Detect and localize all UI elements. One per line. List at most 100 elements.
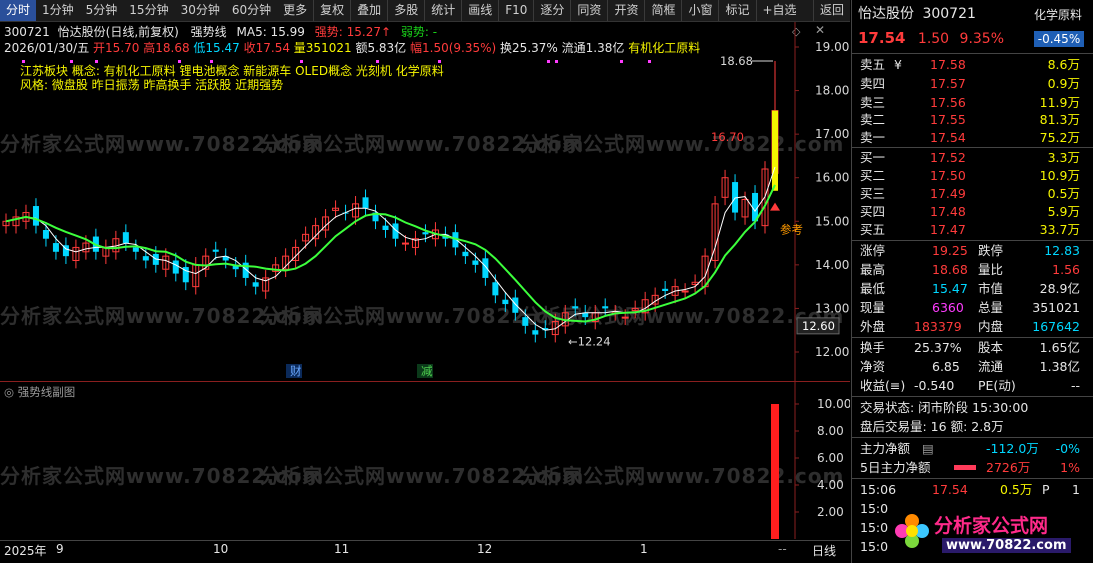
sector-tag-pct: -0.45% (1034, 31, 1084, 47)
menu-add-watchlist[interactable]: +自选 (755, 0, 803, 21)
tab-30min[interactable]: 30分钟 (175, 0, 226, 21)
signal-dot (547, 60, 550, 63)
five-day-bar (954, 465, 976, 470)
tab-intraday[interactable]: 分时 (0, 0, 37, 21)
bid-price: 17.47 (930, 222, 966, 237)
tab-more[interactable]: 更多 (277, 0, 313, 21)
stat-label: 市值 (978, 281, 1004, 296)
tab-5min[interactable]: 5分钟 (80, 0, 124, 21)
candle-body (32, 206, 39, 226)
signal-dot (300, 60, 303, 63)
candle-body (362, 197, 369, 209)
stat-label: 内盘 (978, 319, 1004, 334)
signal-dot (555, 60, 558, 63)
stat-value: 28.9亿 (1039, 281, 1080, 296)
ask-volume: 75.2万 (1039, 130, 1080, 145)
menu-multi[interactable]: 多股 (387, 0, 424, 21)
candle-body (172, 260, 179, 274)
tick-time: 15:06 (860, 482, 897, 497)
tab-1min[interactable]: 1分钟 (36, 0, 80, 21)
ask-price: 17.55 (930, 112, 966, 127)
candle-body (52, 243, 59, 252)
candle-body (482, 258, 489, 278)
stat-value: 6360 (932, 300, 964, 315)
tab-15min[interactable]: 15分钟 (123, 0, 174, 21)
finance-marker: 财 (290, 364, 302, 378)
menu-same-capital[interactable]: 同资 (570, 0, 607, 21)
five-day-pct: 1% (1060, 460, 1080, 475)
stat-label: 流通 (978, 359, 1004, 374)
menu-adjust[interactable]: 复权 (313, 0, 350, 21)
stat-label: 量比 (978, 262, 1004, 277)
x-label-nov: 11 (334, 542, 350, 556)
bid-volume: 0.5万 (1047, 186, 1080, 201)
menu-f10[interactable]: F10 (498, 0, 533, 21)
candle-body (42, 230, 49, 239)
low-label: ←12.24 (568, 335, 611, 349)
sub-chart: 10.00 8.00 6.00 4.00 2.00 (771, 382, 850, 539)
sector-tag[interactable]: 化学原料 (1034, 6, 1082, 25)
x-axis (0, 540, 850, 563)
ask-price: 17.57 (930, 76, 966, 91)
five-day-label: 5日主力净额 (860, 460, 931, 475)
menu-simple-frame[interactable]: 简框 (644, 0, 681, 21)
quote-stock-name: 怡达股份 300721 (858, 6, 976, 22)
candle-body (132, 247, 139, 252)
sub-y-tick-label: 8.00 (817, 424, 844, 438)
menu-back[interactable]: 返回 (812, 0, 850, 21)
menu-mark[interactable]: 标记 (718, 0, 755, 21)
bid-volume: 5.9万 (1047, 204, 1080, 219)
trade-state: 交易状态: 闭市阶段 15:30:00 (860, 400, 1029, 415)
stat-value: -0.540 (914, 378, 955, 393)
ask-label: 卖二 (860, 112, 886, 127)
tab-60min[interactable]: 60分钟 (226, 0, 277, 21)
after-hours: 盘后交易量: 16 额: 2.8万 (860, 419, 1004, 434)
strong-line (5, 184, 776, 323)
bid-price: 17.48 (930, 204, 966, 219)
y-tick-label: 12.00 (815, 345, 849, 359)
strength-bar (771, 404, 779, 539)
ref-label: 参考 (780, 222, 803, 236)
stat-value: 351021 (1032, 300, 1080, 315)
menu-draw[interactable]: 画线 (461, 0, 498, 21)
quote-price-line: 17.54 1.50 9.35% (858, 29, 1005, 47)
stat-label: PE(动) (978, 378, 1016, 393)
sub-y-tick-label: 10.00 (817, 397, 850, 411)
candle-body (522, 317, 529, 326)
stat-value: 1.38亿 (1039, 359, 1080, 374)
x-label-sep: 9 (56, 542, 64, 556)
high-peak-label: 18.68 (720, 54, 753, 68)
candle-body (212, 249, 219, 252)
bid-price: 17.52 (930, 150, 966, 165)
menu-stats[interactable]: 统计 (424, 0, 461, 21)
y-tick-label: 14.00 (815, 258, 849, 272)
quote-panel: 怡达股份 300721 化学原料 17.54 1.50 9.35% -0.45%… (851, 0, 1093, 563)
candle-body (401, 242, 409, 245)
stat-label: 最高 (860, 262, 886, 277)
menu-minute[interactable]: 逐分 (533, 0, 570, 21)
bid-volume: 10.9万 (1039, 168, 1080, 183)
ask-volume: 0.9万 (1047, 76, 1080, 91)
logo-url: www.70822.com (942, 538, 1071, 553)
high-mid-label: 16.70 (711, 130, 744, 144)
ask-label: 卖四 (860, 76, 886, 91)
tick-volume: 0.5万 (1000, 482, 1033, 497)
site-logo: 分析家公式网 www.70822.com (892, 503, 1092, 559)
x-axis-dash: -- (778, 542, 787, 556)
y-tick-label: 15.00 (815, 214, 849, 228)
y-tick-label: 17.00 (815, 127, 849, 141)
tick-time: 15:0 (860, 501, 889, 516)
menu-small-window[interactable]: 小窗 (681, 0, 718, 21)
stat-label: 净资 (860, 359, 886, 374)
signal-dot (95, 60, 98, 63)
flower-icon (892, 511, 932, 551)
menu-overlay[interactable]: 叠加 (350, 0, 387, 21)
stat-label: 总量 (978, 300, 1004, 315)
info-icon[interactable]: ▤ (922, 439, 934, 458)
candle-body (512, 297, 519, 313)
bid-volume: 3.3万 (1047, 150, 1080, 165)
candle-body (572, 306, 579, 309)
yen-icon: ¥ (894, 57, 902, 72)
menu-open-capital[interactable]: 开资 (607, 0, 644, 21)
period-selector[interactable]: 日线 (812, 542, 836, 559)
